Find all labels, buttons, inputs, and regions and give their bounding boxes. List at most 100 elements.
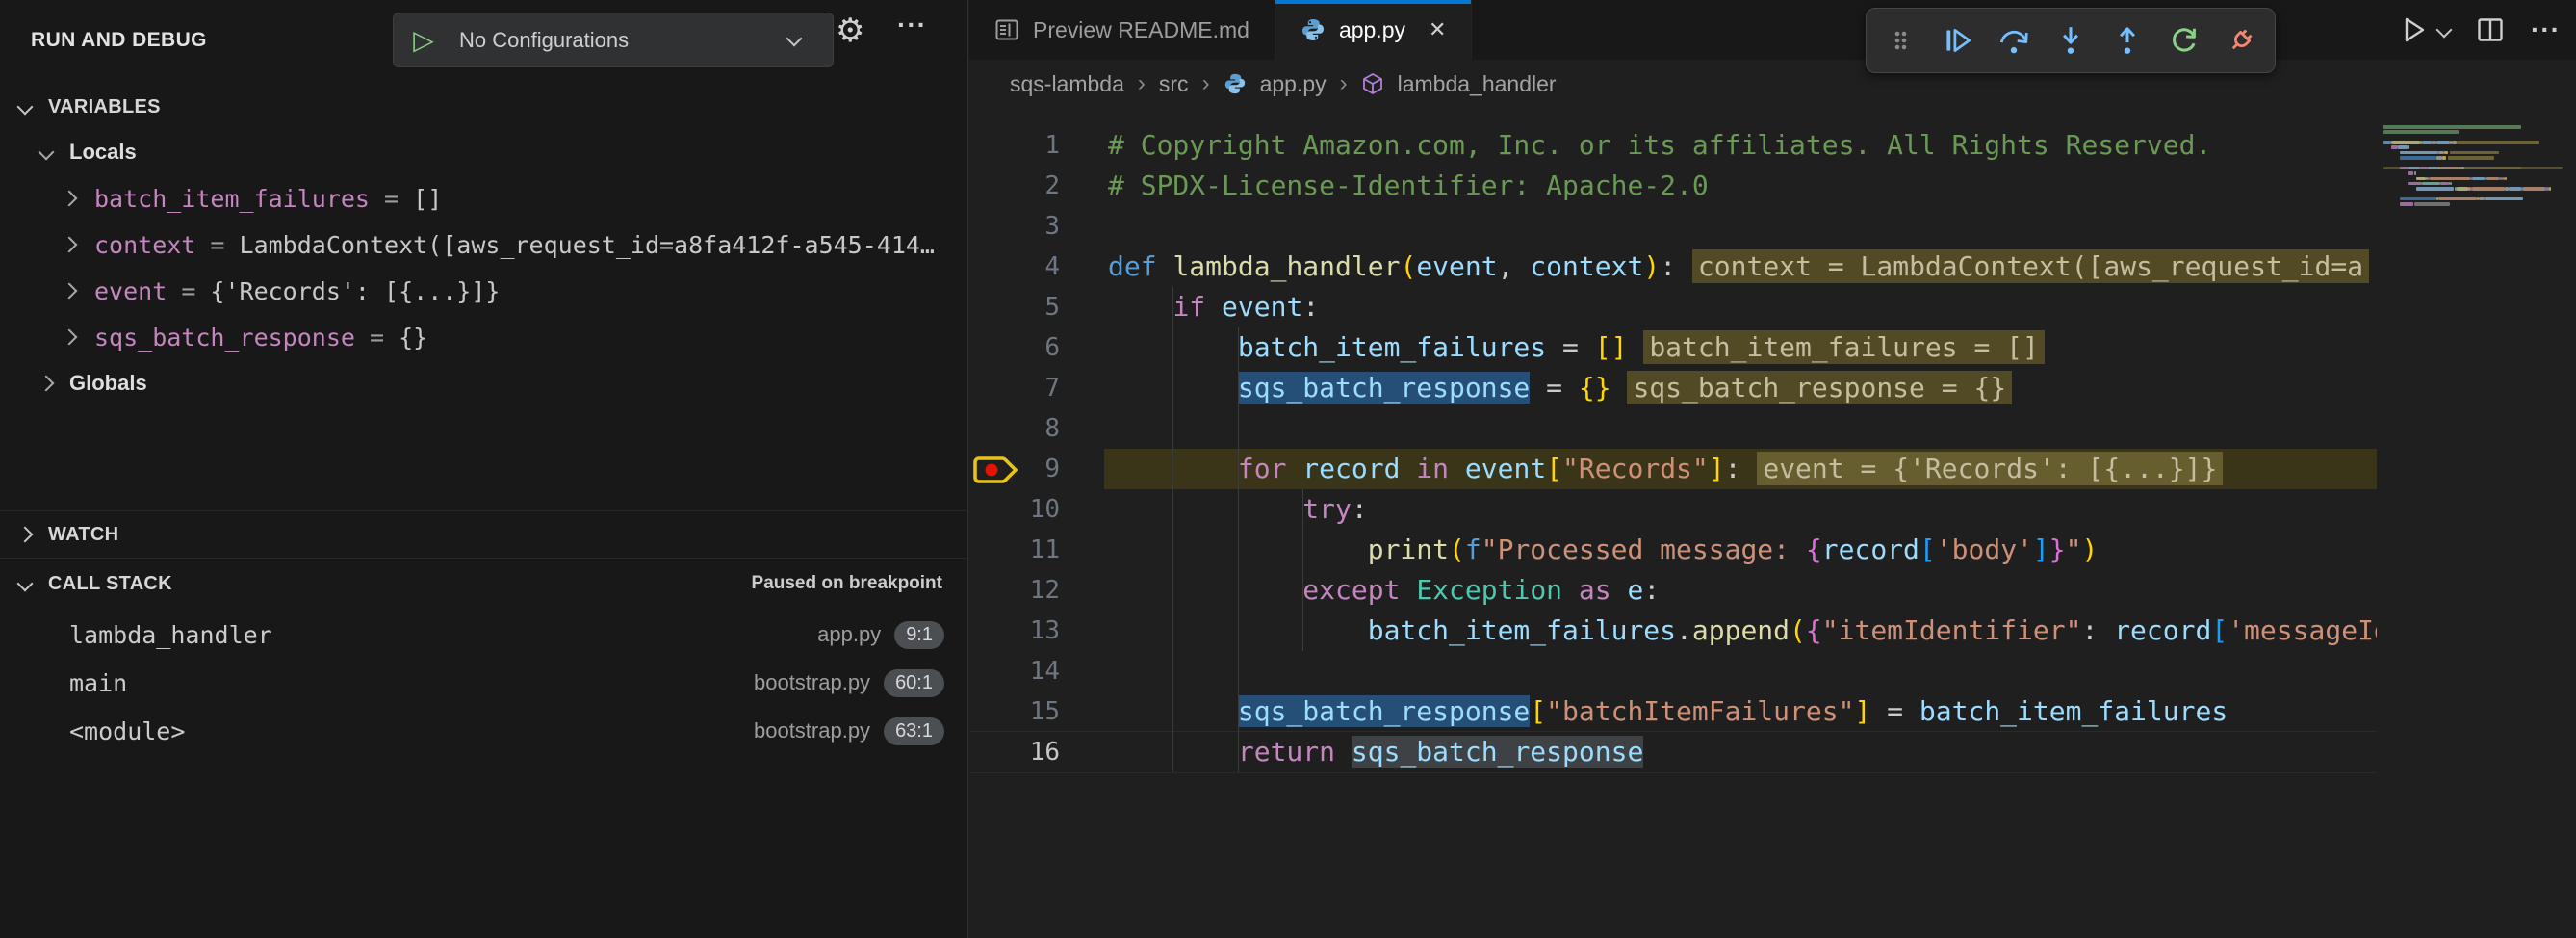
frame-file: bootstrap.py [754,718,870,743]
equals-sign: = [195,231,239,259]
code-line[interactable]: 4def lambda_handler(event, context): con… [969,247,2377,287]
minimap[interactable] [2383,125,2572,318]
code-line[interactable]: 8 [969,408,2377,449]
code-line[interactable]: 2# SPDX-License-Identifier: Apache-2.0 [969,166,2377,206]
variable-name: context [94,231,195,259]
frame-file: bootstrap.py [754,670,870,695]
code-line[interactable]: 11 print(f"Processed message: {record['b… [969,530,2377,570]
code-line[interactable]: 12 except Exception as e: [969,570,2377,611]
variables-section-header[interactable]: VARIABLES [0,85,967,129]
variable-value: LambdaContext([aws_request_id=a8fa412f-a… [240,231,935,259]
step-into-icon[interactable] [2047,16,2094,65]
close-icon[interactable]: ✕ [1429,17,1446,42]
call-stack-frame[interactable]: lambda_handlerapp.py9:1 [0,611,967,659]
call-stack-section-label: CALL STACK [48,573,172,595]
breadcrumb-separator: › [1202,70,1210,97]
more-actions-icon[interactable]: ··· [897,10,927,40]
code-text: # Copyright Amazon.com, Inc. or its affi… [1108,125,2211,166]
code-line[interactable]: 3 [969,206,2377,247]
indent-guide [1302,489,1303,651]
code-line[interactable]: 10 try: [969,489,2377,530]
code-line[interactable]: 16 return sqs_batch_response [969,732,2377,772]
frame-name: lambda_handler [69,621,272,649]
variable-value: {'Records': [{...}]} [210,277,500,305]
call-stack-frame[interactable]: <module>bootstrap.py63:1 [0,707,967,755]
call-stack-frame[interactable]: mainbootstrap.py60:1 [0,659,967,707]
code-text: return sqs_batch_response [1108,732,1643,772]
equals-sign: = [355,324,399,352]
code-line[interactable]: 9 for record in event["Records"]: event … [969,449,2377,489]
configurations-dropdown-label: No Configurations [453,28,788,53]
variable-row[interactable]: context = LambdaContext([aws_request_id=… [0,221,967,268]
code-text: for record in event["Records"]: event = … [1108,449,2223,489]
python-icon [1301,17,1326,42]
watch-section-header[interactable]: WATCH [0,510,967,559]
split-editor-icon[interactable] [2475,14,2506,45]
frame-name: <module> [69,717,185,745]
breadcrumb-folder[interactable]: sqs-lambda [1010,71,1124,97]
breadcrumb-separator: › [1340,70,1348,97]
variable-text: event = {'Records': [{...}]} [94,277,500,305]
breadcrumb-folder[interactable]: src [1159,71,1189,97]
variables-scope-row[interactable]: Globals [0,360,967,406]
inline-debug-value: batch_item_failures = [] [1643,330,2045,364]
tab-label: app.py [1339,17,1405,43]
continue-icon[interactable] [1933,16,1980,65]
code-line[interactable]: 6 batch_item_failures = [] batch_item_fa… [969,327,2377,368]
disconnect-icon[interactable] [2218,16,2265,65]
line-number: 14 [969,651,1060,691]
variable-row[interactable]: sqs_batch_response = {} [0,314,967,360]
chevron-down-icon [39,144,55,161]
restart-icon[interactable] [2161,16,2208,65]
code-line[interactable]: 14 [969,651,2377,691]
scope-label: Globals [69,371,147,396]
inline-debug-value: event = {'Records': [{...}]} [1757,452,2223,485]
toolbar-gripper[interactable] [1876,16,1923,65]
indent-guide [1238,327,1239,772]
code-line[interactable]: 1# Copyright Amazon.com, Inc. or its aff… [969,125,2377,166]
chevron-down-icon [17,99,34,116]
code-text: batch_item_failures = [] batch_item_fail… [1108,327,2045,368]
chevron-down-icon[interactable] [2436,22,2453,39]
editor-group: Preview README.md app.py ✕ [969,0,2576,938]
tab-app-py[interactable]: app.py ✕ [1275,0,1473,60]
variable-row[interactable]: event = {'Records': [{...}]} [0,268,967,314]
call-stack-section-header[interactable]: CALL STACK Paused on breakpoint [0,559,967,609]
python-icon [1224,72,1247,95]
line-number: 10 [969,489,1060,530]
code-editor[interactable]: 1# Copyright Amazon.com, Inc. or its aff… [969,125,2377,799]
debug-configurations-dropdown[interactable]: ▷ No Configurations [393,13,834,67]
code-line[interactable]: 5 if event: [969,287,2377,327]
variables-scope-row[interactable]: Locals [0,129,967,175]
line-number: 4 [969,247,1060,287]
step-out-icon[interactable] [2104,16,2151,65]
breadcrumb-symbol[interactable]: lambda_handler [1398,71,1557,97]
variable-name: sqs_batch_response [94,324,355,352]
editor-actions: ··· [2398,0,2561,60]
inline-debug-value: sqs_batch_response = {} [1627,371,2012,404]
variable-value: {} [399,324,427,352]
line-number: 16 [969,732,1060,772]
step-over-icon[interactable] [1990,16,2037,65]
markdown-preview-icon [994,17,1019,42]
start-debugging-icon[interactable]: ▷ [394,13,453,66]
tab-preview-readme[interactable]: Preview README.md [969,0,1275,60]
line-number: 12 [969,570,1060,611]
variable-row[interactable]: batch_item_failures = [] [0,175,967,221]
code-line[interactable]: 15 sqs_batch_response["batchItemFailures… [969,691,2377,732]
code-line[interactable]: 13 batch_item_failures.append({"itemIden… [969,611,2377,651]
gear-icon[interactable]: ⚙ [836,12,864,50]
chevron-right-icon [62,283,78,300]
code-text: except Exception as e: [1108,570,1660,611]
run-python-file-icon[interactable] [2398,14,2450,45]
code-line[interactable]: 7 sqs_batch_response = {} sqs_batch_resp… [969,368,2377,408]
more-actions-icon[interactable]: ··· [2531,14,2561,45]
chevron-right-icon [17,527,34,543]
variables-tree: Localsbatch_item_failures = []context = … [0,129,967,406]
equals-sign: = [370,185,413,213]
frame-position-badge: 60:1 [884,669,944,697]
breadcrumb-file[interactable]: app.py [1260,71,1327,97]
frame-file: app.py [817,622,881,647]
line-number: 2 [969,166,1060,206]
inline-debug-value: context = LambdaContext([aws_request_id=… [1692,249,2369,283]
